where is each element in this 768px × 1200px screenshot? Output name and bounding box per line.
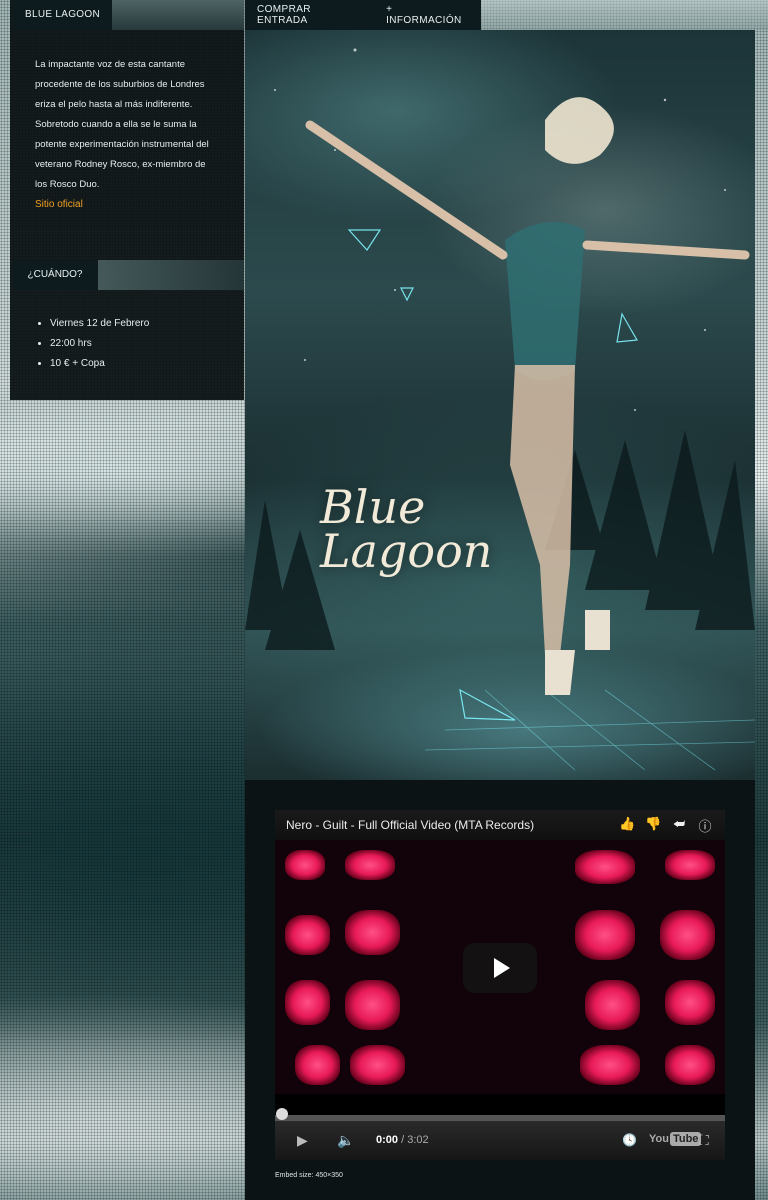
play-icon [494, 958, 510, 978]
video-player[interactable]: Nero - Guilt - Full Official Video (MTA … [275, 810, 725, 1160]
when-heading: ¿CUÁNDO? [13, 260, 97, 290]
tab-blue-lagoon[interactable]: BLUE LAGOON [13, 0, 112, 30]
event-time: 22:00 hrs [50, 334, 149, 354]
play-icon[interactable]: ▶ [297, 1121, 308, 1160]
info-icon[interactable]: ⓘ [697, 816, 713, 835]
buy-ticket-link[interactable]: COMPRAR ENTRADA [245, 4, 374, 26]
sidebar-tab-strip [112, 0, 244, 30]
youtube-logo-you: You [649, 1133, 669, 1145]
more-info-link[interactable]: + INFORMACIÓN [374, 4, 481, 26]
hero-title: Blue Lagoon [320, 480, 493, 578]
clock-icon[interactable]: 🕓 [622, 1121, 637, 1160]
official-site-link[interactable]: Sitio oficial [35, 195, 220, 215]
progress-knob[interactable] [276, 1108, 288, 1120]
duration: / 3:02 [401, 1134, 429, 1146]
event-date: Viernes 12 de Febrero [50, 314, 149, 334]
youtube-logo[interactable]: You Tube [649, 1132, 702, 1146]
hero-title-line2: Lagoon [320, 524, 493, 578]
video-title[interactable]: Nero - Guilt - Full Official Video (MTA … [275, 818, 619, 832]
artist-description: La impactante voz de esta cantante proce… [35, 55, 220, 215]
fullscreen-icon[interactable]: ⛶ [699, 1121, 709, 1160]
description-text: La impactante voz de esta cantante proce… [35, 59, 209, 190]
current-time: 0:00 [376, 1134, 399, 1146]
thumbs-up-icon[interactable]: 👍 [619, 816, 635, 835]
thumbs-down-icon[interactable]: 👎 [645, 816, 661, 835]
embed-size-label: Embed size: 450×350 [275, 1172, 343, 1179]
event-price: 10 € + Copa [50, 354, 149, 374]
video-frame[interactable] [275, 840, 725, 1094]
play-overlay-button[interactable] [463, 943, 537, 993]
top-nav: COMPRAR ENTRADA + INFORMACIÓN [245, 0, 481, 30]
nav-strip [481, 0, 768, 30]
hero-artwork [245, 48, 755, 771]
video-header: Nero - Guilt - Full Official Video (MTA … [275, 810, 725, 840]
share-icon[interactable]: ⮨ [671, 816, 687, 835]
event-details-list: Viernes 12 de Febrero 22:00 hrs 10 € + C… [36, 314, 149, 374]
hero-title-line1: Blue [320, 480, 426, 534]
volume-icon[interactable]: 🔈 [337, 1121, 354, 1160]
player-controls: ▶ 🔈 0:00 / 3:02 🕓 You Tube ⛶ [275, 1121, 725, 1160]
hero-poster: Blue Lagoon [245, 30, 755, 780]
time-display: 0:00 / 3:02 [376, 1121, 429, 1160]
youtube-logo-tube: Tube [669, 1132, 702, 1146]
